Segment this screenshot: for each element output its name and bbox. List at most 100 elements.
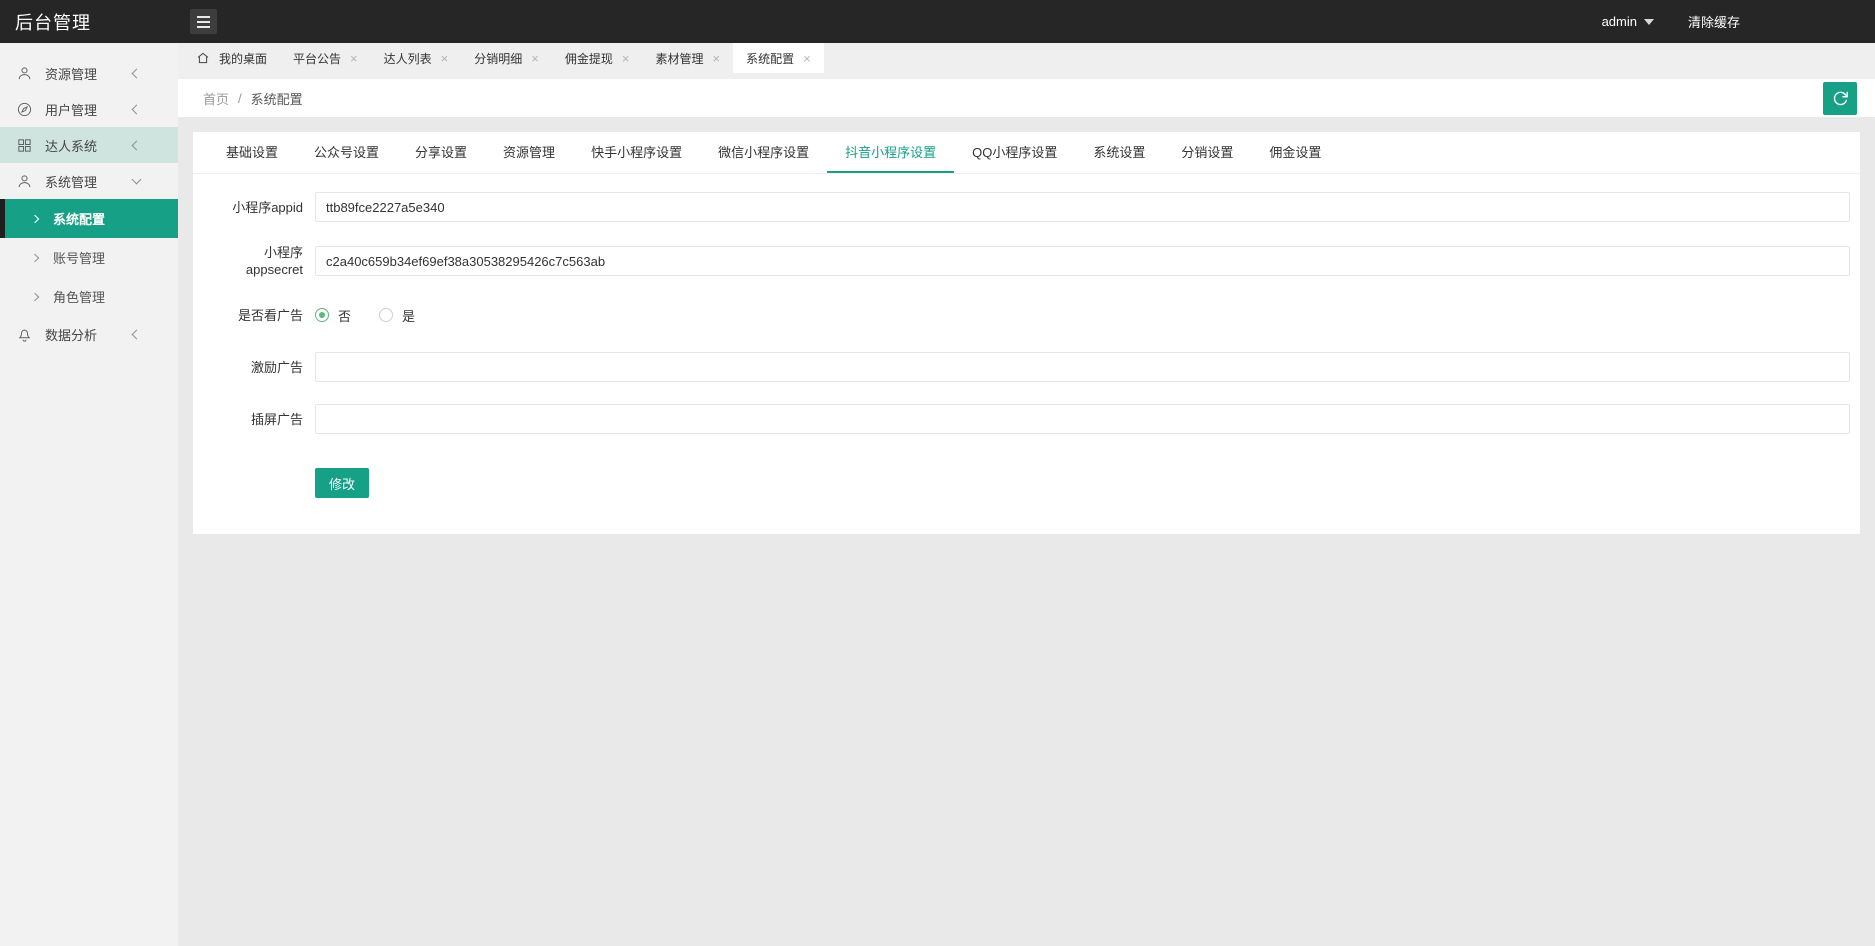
user-icon [16, 65, 33, 82]
tab-desktop[interactable]: 我的桌面 [183, 43, 280, 73]
chevron-left-icon [132, 68, 142, 78]
grid-icon [16, 137, 33, 154]
sidebar-item-label: 系统管理 [45, 172, 97, 191]
appsecret-input[interactable] [315, 246, 1850, 276]
appid-input[interactable] [315, 192, 1850, 222]
sidebar-subitem-label: 角色管理 [53, 287, 105, 306]
sidebar-item-talent-system[interactable]: 达人系统 [0, 127, 178, 163]
tab-distribution-detail[interactable]: 分销明细 × [461, 43, 552, 73]
page-tabbar: 我的桌面 平台公告 × 达人列表 × 分销明细 × 佣金提现 × 素材管理 × 系统配置 × [178, 43, 1875, 79]
settings-tab-commission[interactable]: 佣金设置 [1251, 132, 1339, 173]
sidebar-item-resources[interactable]: 资源管理 [0, 55, 178, 91]
form-row-reward-ad: 激励广告 [208, 352, 1850, 382]
collapse-menu-button[interactable] [190, 9, 217, 34]
field-label: 插屏广告 [208, 411, 303, 428]
settings-card: 基础设置公众号设置分享设置资源管理快手小程序设置微信小程序设置抖音小程序设置QQ… [193, 132, 1860, 534]
settings-tab-system[interactable]: 系统设置 [1075, 132, 1163, 173]
close-tab-icon[interactable]: × [803, 52, 811, 65]
close-tab-icon[interactable]: × [441, 52, 449, 65]
breadcrumb-home-link[interactable]: 首页 [203, 89, 229, 108]
chevron-right-icon [31, 292, 39, 300]
tab-label: 达人列表 [384, 50, 432, 67]
sidebar-item-label: 达人系统 [45, 136, 97, 155]
sidebar-subitem-role-management[interactable]: 角色管理 [0, 277, 178, 316]
sidebar-item-label: 用户管理 [45, 100, 97, 119]
tab-talent-list[interactable]: 达人列表 × [371, 43, 462, 73]
field-label: 激励广告 [208, 359, 303, 376]
field-label: 小程序appid [208, 199, 303, 216]
form-row-watch-ad: 是否看广告否是 [208, 300, 1850, 330]
settings-tab-wechat-miniapp[interactable]: 微信小程序设置 [700, 132, 827, 173]
refresh-icon [1832, 90, 1849, 107]
field-label: 小程序appsecret [208, 244, 303, 278]
clear-cache-button[interactable]: 清除缓存 [1688, 12, 1740, 31]
sidebar-item-label: 资源管理 [45, 64, 97, 83]
settings-tab-douyin-miniapp[interactable]: 抖音小程序设置 [827, 132, 954, 173]
chevron-left-icon [132, 104, 142, 114]
tab-label: 分销明细 [474, 50, 522, 67]
submit-button[interactable]: 修改 [315, 468, 369, 498]
form-row-interstitial-ad: 插屏广告 [208, 404, 1850, 434]
refresh-button[interactable] [1823, 82, 1857, 115]
close-tab-icon[interactable]: × [712, 52, 720, 65]
sidebar-subitem-account-management[interactable]: 账号管理 [0, 238, 178, 277]
settings-tab-kuaishou-miniapp[interactable]: 快手小程序设置 [573, 132, 700, 173]
settings-tab-basic[interactable]: 基础设置 [208, 132, 296, 173]
breadcrumb-separator: / [238, 91, 242, 106]
app-header: 后台管理 admin 清除缓存 [0, 0, 1875, 43]
bell-icon [16, 326, 33, 343]
breadcrumb-bar: 首页 / 系统配置 [178, 79, 1875, 117]
sidebar-item-users[interactable]: 用户管理 [0, 91, 178, 127]
settings-form: 小程序appid小程序appsecret是否看广告否是激励广告插屏广告 修改 [193, 174, 1860, 534]
user-icon [16, 173, 33, 190]
compass-icon [16, 101, 33, 118]
username: admin [1602, 14, 1637, 29]
close-tab-icon[interactable]: × [350, 52, 358, 65]
form-row-appsecret: 小程序appsecret [208, 244, 1850, 278]
sidebar-item-system-management[interactable]: 系统管理 [0, 163, 178, 199]
hamburger-icon [197, 16, 210, 28]
settings-tab-share[interactable]: 分享设置 [397, 132, 485, 173]
field-label: 是否看广告 [208, 307, 303, 324]
close-tab-icon[interactable]: × [622, 52, 630, 65]
user-menu[interactable]: admin [1602, 14, 1654, 29]
tab-commission-withdraw[interactable]: 佣金提现 × [552, 43, 643, 73]
watch-ad-radio-group: 否是 [315, 306, 415, 325]
close-tab-icon[interactable]: × [531, 52, 539, 65]
settings-tab-official-account[interactable]: 公众号设置 [296, 132, 397, 173]
interstitial-ad-input[interactable] [315, 404, 1850, 434]
settings-tab-resources[interactable]: 资源管理 [485, 132, 573, 173]
settings-tabs: 基础设置公众号设置分享设置资源管理快手小程序设置微信小程序设置抖音小程序设置QQ… [193, 132, 1860, 174]
main-area: 我的桌面 平台公告 × 达人列表 × 分销明细 × 佣金提现 × 素材管理 × 系统配置 × 首页 / … [178, 43, 1875, 946]
watch-ad-radio-no[interactable]: 否 [315, 306, 351, 325]
home-icon [196, 51, 210, 65]
chevron-right-icon [31, 214, 39, 222]
settings-tab-distribution[interactable]: 分销设置 [1163, 132, 1251, 173]
chevron-right-icon [31, 253, 39, 261]
watch-ad-radio-yes[interactable]: 是 [379, 306, 415, 325]
radio-unchecked-icon [379, 308, 393, 322]
form-row-appid: 小程序appid [208, 192, 1850, 222]
tab-label: 平台公告 [293, 50, 341, 67]
sidebar-menu: 资源管理用户管理达人系统系统管理系统配置账号管理角色管理数据分析 [0, 43, 178, 946]
tab-system-config[interactable]: 系统配置 × [733, 43, 824, 73]
settings-tab-qq-miniapp[interactable]: QQ小程序设置 [954, 132, 1075, 173]
chevron-down-icon [132, 174, 142, 184]
app-title: 后台管理 [0, 9, 178, 35]
radio-checked-icon [315, 308, 329, 322]
sidebar-subitem-label: 账号管理 [53, 248, 105, 267]
sidebar-item-data-analysis[interactable]: 数据分析 [0, 316, 178, 352]
reward-ad-input[interactable] [315, 352, 1850, 382]
radio-option-label: 否 [338, 306, 351, 325]
tab-material-management[interactable]: 素材管理 × [642, 43, 733, 73]
sidebar-subitem-system-config[interactable]: 系统配置 [0, 199, 178, 238]
breadcrumb-current: 系统配置 [251, 89, 303, 108]
tab-label: 素材管理 [655, 50, 703, 67]
tab-platform-announcement[interactable]: 平台公告 × [280, 43, 371, 73]
tab-label: 我的桌面 [219, 50, 267, 67]
chevron-left-icon [132, 329, 142, 339]
app-body: 资源管理用户管理达人系统系统管理系统配置账号管理角色管理数据分析 我的桌面平台公… [0, 43, 1875, 946]
tab-label: 佣金提现 [565, 50, 613, 67]
tab-label: 系统配置 [746, 50, 794, 67]
radio-option-label: 是 [402, 306, 415, 325]
